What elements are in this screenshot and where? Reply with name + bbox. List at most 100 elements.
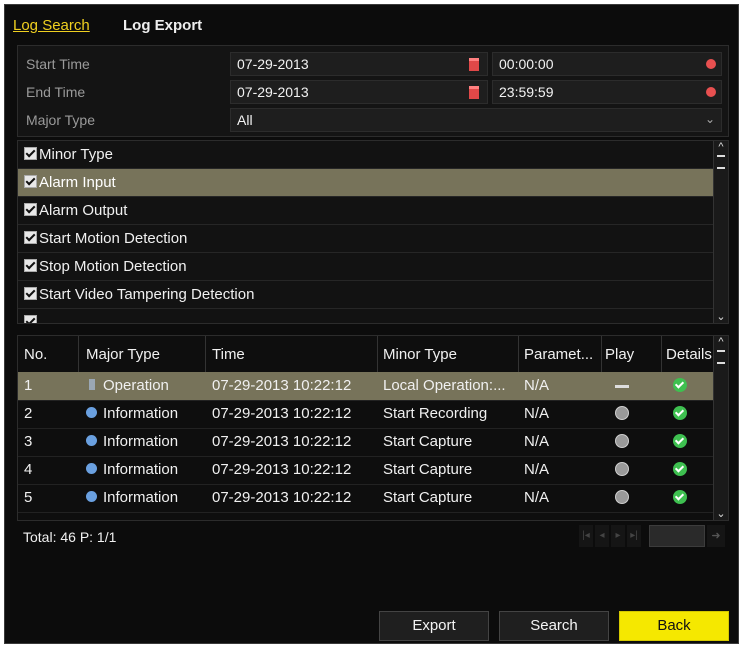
end-date-value: 07-29-2013 <box>237 84 309 100</box>
table-row[interactable]: 4 Information 07-29-2013 10:22:12 Start … <box>18 456 716 485</box>
first-page-icon[interactable]: |◂ <box>579 525 593 547</box>
page-input[interactable] <box>649 525 705 547</box>
list-item-label: Minor Type <box>39 146 113 163</box>
cell-major: Information <box>86 405 178 422</box>
export-button[interactable]: Export <box>379 611 489 641</box>
information-icon <box>86 407 97 418</box>
start-time-field[interactable]: 00:00:00 <box>492 52 722 76</box>
clock-icon[interactable] <box>706 87 716 97</box>
end-date-field[interactable]: 07-29-2013 <box>230 80 488 104</box>
cell-param: N/A <box>524 461 550 478</box>
start-time-value: 00:00:00 <box>499 56 554 72</box>
play-icon[interactable] <box>615 490 629 504</box>
table-row[interactable]: 5 Information 07-29-2013 10:22:12 Start … <box>18 484 716 513</box>
col-major-type[interactable]: Major Type <box>86 346 160 363</box>
table-scrollbar[interactable]: ^ ⌄ <box>713 336 728 520</box>
next-page-icon[interactable]: ▸ <box>611 525 625 547</box>
operation-icon <box>89 379 95 390</box>
table-footer: Total: 46 P: 1/1 |◂ ◂ ▸ ▸| ➜ <box>17 521 729 555</box>
list-item-stop-motion[interactable]: Stop Motion Detection <box>18 253 714 281</box>
scroll-down-icon[interactable]: ⌄ <box>714 507 728 520</box>
list-item-start-motion[interactable]: Start Motion Detection <box>18 225 714 253</box>
scroll-up-icon[interactable]: ^ <box>714 336 728 348</box>
log-table: No. Major Type Time Minor Type Paramet..… <box>17 335 729 521</box>
cell-param: N/A <box>524 433 550 450</box>
last-page-icon[interactable]: ▸| <box>627 525 641 547</box>
cell-no: 5 <box>24 489 33 506</box>
details-icon[interactable] <box>673 434 687 448</box>
tab-log-export[interactable]: Log Export <box>123 17 202 34</box>
col-no[interactable]: No. <box>24 346 47 363</box>
col-play[interactable]: Play <box>605 346 634 363</box>
list-item-start-tampering[interactable]: Start Video Tampering Detection <box>18 281 714 309</box>
cell-time: 07-29-2013 10:22:12 <box>212 405 352 422</box>
cell-param: N/A <box>524 405 550 422</box>
table-row[interactable]: 3 Information 07-29-2013 10:22:12 Start … <box>18 428 716 457</box>
play-icon[interactable] <box>615 406 629 420</box>
end-time-field[interactable]: 23:59:59 <box>492 80 722 104</box>
prev-page-icon[interactable]: ◂ <box>595 525 609 547</box>
cell-no: 4 <box>24 461 33 478</box>
scroll-thumb[interactable] <box>717 155 725 169</box>
calendar-icon[interactable] <box>469 86 479 99</box>
log-search-window: Log Search Log Export Start Time 07-29-2… <box>4 4 739 644</box>
checkbox[interactable] <box>24 203 37 216</box>
col-parameter[interactable]: Paramet... <box>524 346 593 363</box>
details-icon[interactable] <box>673 406 687 420</box>
checkbox[interactable] <box>24 259 37 272</box>
list-item-minor-type[interactable]: Minor Type <box>18 141 714 169</box>
cell-major: Information <box>86 433 178 450</box>
col-details[interactable]: Details <box>666 346 712 363</box>
details-icon[interactable] <box>673 462 687 476</box>
cell-major-text: Information <box>103 461 179 478</box>
major-type-row: Major Type All ⌄ <box>18 106 728 134</box>
information-icon <box>86 491 97 502</box>
scroll-down-icon[interactable]: ⌄ <box>714 310 728 323</box>
col-time[interactable]: Time <box>212 346 245 363</box>
checkbox[interactable] <box>24 147 37 160</box>
go-page-icon[interactable]: ➜ <box>707 525 725 547</box>
column-divider <box>601 336 602 372</box>
tab-log-search[interactable]: Log Search <box>13 17 90 34</box>
list-scrollbar[interactable]: ^ ⌄ <box>713 141 728 323</box>
cell-no: 2 <box>24 405 33 422</box>
start-date-field[interactable]: 07-29-2013 <box>230 52 488 76</box>
play-icon[interactable] <box>615 434 629 448</box>
list-item-label: Start Motion Detection <box>39 230 188 247</box>
details-icon[interactable] <box>673 490 687 504</box>
col-minor-type[interactable]: Minor Type <box>383 346 457 363</box>
scroll-up-icon[interactable]: ^ <box>714 141 728 153</box>
table-row[interactable]: 1 Operation 07-29-2013 10:22:12 Local Op… <box>18 372 716 401</box>
table-row[interactable]: 2 Information 07-29-2013 10:22:12 Start … <box>18 400 716 429</box>
checkbox[interactable] <box>24 175 37 188</box>
column-divider <box>661 336 662 372</box>
list-item-label: Start Video Tampering Detection <box>39 286 255 303</box>
list-item-label: Alarm Input <box>39 174 116 191</box>
start-time-label: Start Time <box>26 56 90 72</box>
list-item-alarm-input[interactable]: Alarm Input <box>18 169 714 197</box>
major-type-value: All <box>237 112 253 128</box>
calendar-icon[interactable] <box>469 58 479 71</box>
details-icon[interactable] <box>673 378 687 392</box>
cell-time: 07-29-2013 10:22:12 <box>212 489 352 506</box>
search-button[interactable]: Search <box>499 611 609 641</box>
start-time-row: Start Time 07-29-2013 00:00:00 <box>18 50 728 78</box>
end-time-label: End Time <box>26 84 86 100</box>
table-row-cutoff <box>18 512 716 520</box>
column-divider <box>377 336 378 372</box>
cell-no: 1 <box>24 377 33 394</box>
back-button[interactable]: Back <box>619 611 729 641</box>
major-type-select[interactable]: All ⌄ <box>230 108 722 132</box>
scroll-thumb[interactable] <box>717 350 725 364</box>
cell-major: Information <box>86 461 178 478</box>
list-item-alarm-output[interactable]: Alarm Output <box>18 197 714 225</box>
start-date-value: 07-29-2013 <box>237 56 309 72</box>
cell-major-text: Information <box>103 489 179 506</box>
clock-icon[interactable] <box>706 59 716 69</box>
cell-no: 3 <box>24 433 33 450</box>
information-icon <box>86 463 97 474</box>
play-icon[interactable] <box>615 462 629 476</box>
checkbox[interactable] <box>24 287 37 300</box>
end-time-row: End Time 07-29-2013 23:59:59 <box>18 78 728 106</box>
checkbox[interactable] <box>24 231 37 244</box>
